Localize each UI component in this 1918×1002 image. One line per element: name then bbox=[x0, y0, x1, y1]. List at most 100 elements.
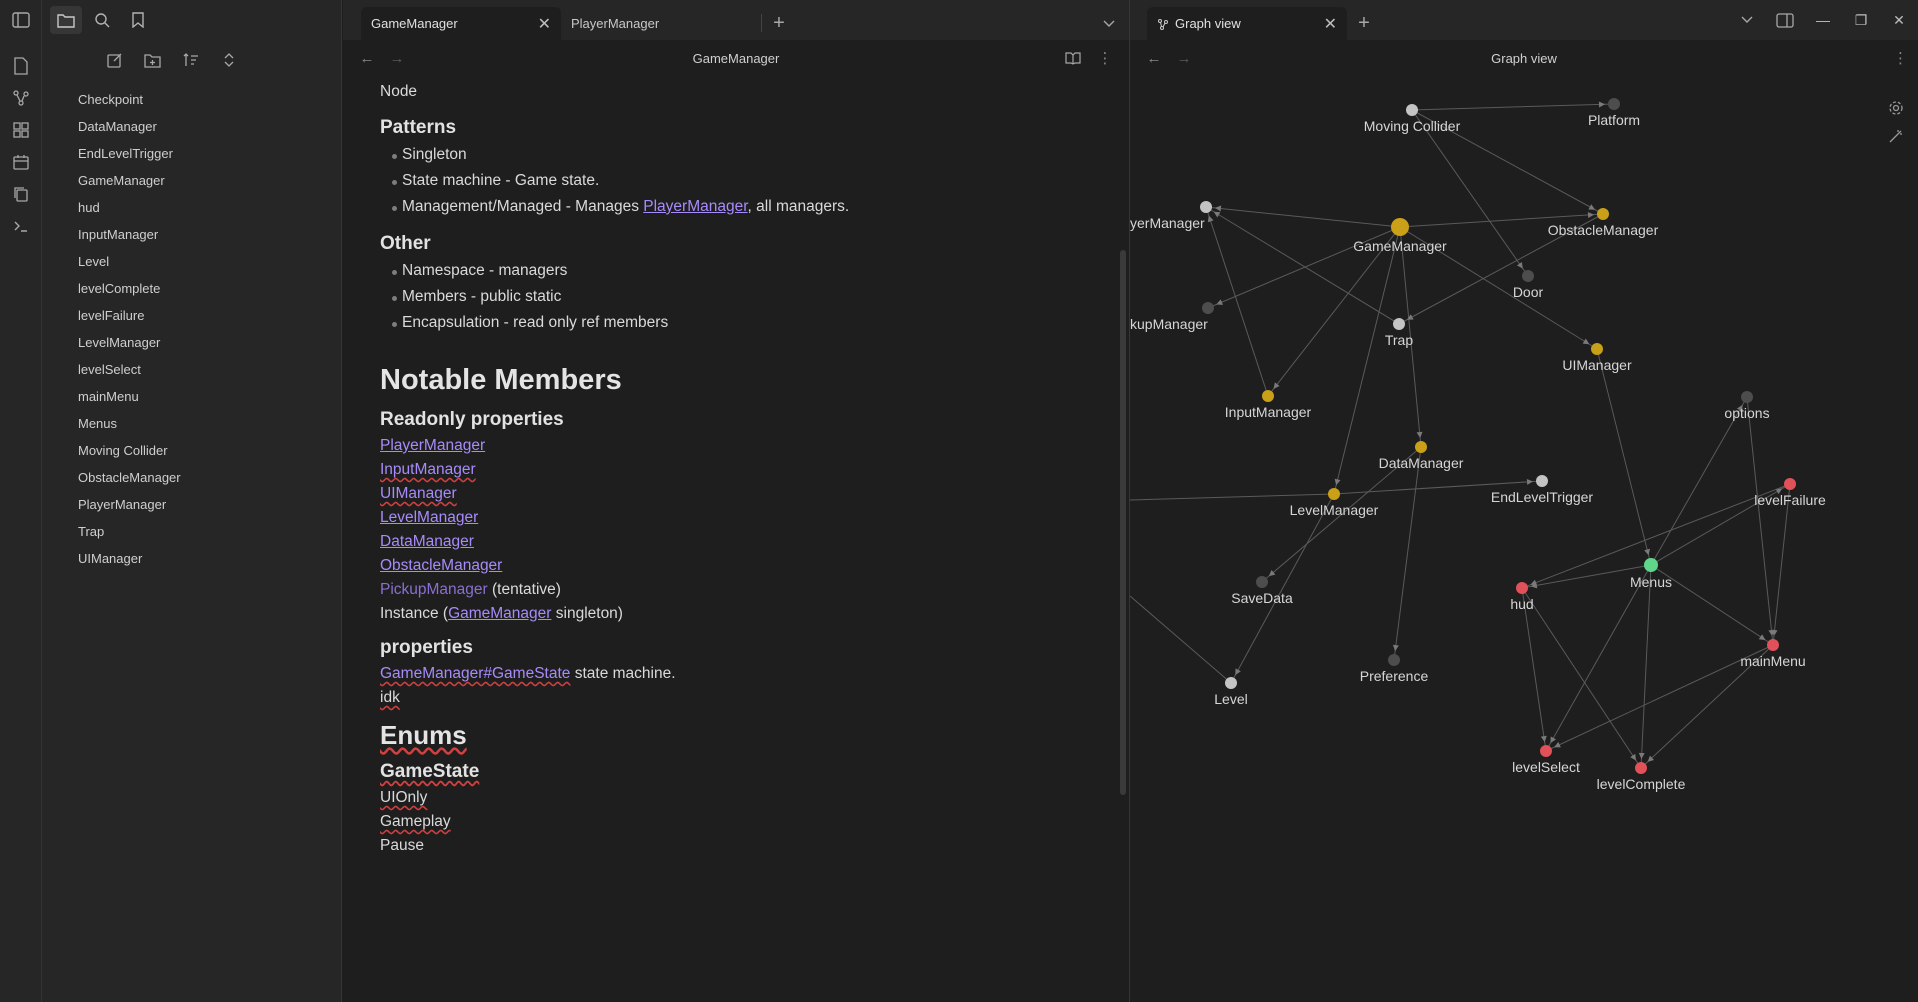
graph-node[interactable] bbox=[1597, 208, 1609, 220]
new-note-button[interactable] bbox=[101, 47, 129, 73]
file-item[interactable]: Level bbox=[78, 248, 341, 275]
internal-link[interactable]: GameManager bbox=[448, 605, 551, 622]
file-item[interactable]: EndLevelTrigger bbox=[78, 140, 341, 167]
unresolved-link[interactable]: PickupManager bbox=[380, 581, 488, 598]
new-tab-button[interactable]: + bbox=[762, 7, 796, 40]
file-item[interactable]: LevelManager bbox=[78, 329, 341, 356]
toggle-sidebar-button[interactable] bbox=[0, 0, 41, 40]
close-tab-icon[interactable]: ✕ bbox=[1324, 14, 1337, 34]
graph-node-label[interactable]: Moving Collider bbox=[1364, 118, 1461, 134]
collapse-all-button[interactable] bbox=[215, 47, 243, 73]
graph-node-label[interactable]: EndLevelTrigger bbox=[1491, 489, 1594, 505]
more-options-button[interactable]: ⋮ bbox=[1091, 49, 1119, 67]
file-item[interactable]: DataManager bbox=[78, 113, 341, 140]
graph-node[interactable] bbox=[1200, 201, 1212, 213]
graph-node-label[interactable]: UIManager bbox=[1562, 357, 1632, 373]
graph-node[interactable] bbox=[1741, 391, 1753, 403]
graph-svg[interactable]: Moving Collider Platform yerManager GameMan… bbox=[1130, 76, 1918, 1002]
tab-gamemanager[interactable]: GameManager ✕ bbox=[361, 7, 561, 40]
internal-link[interactable]: PlayerManager bbox=[380, 437, 485, 454]
sort-button[interactable] bbox=[177, 47, 205, 73]
file-item[interactable]: InputManager bbox=[78, 221, 341, 248]
nav-back-button[interactable]: ← bbox=[353, 50, 381, 67]
internal-link[interactable]: InputManager bbox=[380, 461, 476, 478]
tab-playermanager[interactable]: PlayerManager bbox=[561, 7, 761, 40]
graph-node-label[interactable]: levelFailure bbox=[1754, 492, 1826, 508]
graph-node[interactable] bbox=[1784, 478, 1796, 490]
graph-node-label[interactable]: mainMenu bbox=[1740, 653, 1805, 669]
insert-template-button[interactable] bbox=[0, 178, 42, 210]
minimize-button[interactable]: — bbox=[1804, 12, 1842, 28]
graph-node-label[interactable]: GameManager bbox=[1353, 238, 1447, 254]
graph-node[interactable] bbox=[1516, 582, 1528, 594]
close-tab-icon[interactable]: ✕ bbox=[538, 14, 551, 34]
graph-node-label[interactable]: levelComplete bbox=[1597, 776, 1686, 792]
reading-view-button[interactable] bbox=[1059, 51, 1087, 65]
graph-node[interactable] bbox=[1262, 390, 1274, 402]
graph-node[interactable] bbox=[1767, 639, 1779, 651]
graph-node[interactable] bbox=[1591, 343, 1603, 355]
maximize-button[interactable]: ❐ bbox=[1842, 12, 1880, 29]
file-item[interactable]: Moving Collider bbox=[78, 437, 341, 464]
graph-node-label[interactable]: LevelManager bbox=[1290, 502, 1379, 518]
open-daily-note-button[interactable] bbox=[0, 146, 42, 178]
graph-node-label[interactable]: options bbox=[1724, 405, 1769, 421]
graph-node[interactable] bbox=[1391, 218, 1409, 236]
graph-node[interactable] bbox=[1536, 475, 1548, 487]
graph-node-label[interactable]: DataManager bbox=[1379, 455, 1464, 471]
new-folder-button[interactable] bbox=[139, 47, 167, 73]
new-tab-button[interactable]: + bbox=[1347, 7, 1381, 40]
graph-node-label[interactable]: InputManager bbox=[1225, 404, 1312, 420]
graph-node[interactable] bbox=[1415, 441, 1427, 453]
nav-forward-button[interactable]: → bbox=[383, 50, 411, 67]
open-canvas-button[interactable] bbox=[0, 114, 42, 146]
search-tab[interactable] bbox=[86, 6, 118, 34]
more-options-button[interactable]: ⋮ bbox=[1893, 50, 1908, 67]
file-item[interactable]: levelSelect bbox=[78, 356, 341, 383]
tab-list-button[interactable] bbox=[1089, 7, 1129, 40]
graph-node-label[interactable]: SaveData bbox=[1231, 590, 1293, 606]
graph-node-label[interactable]: Platform bbox=[1588, 112, 1640, 128]
graph-node[interactable] bbox=[1393, 318, 1405, 330]
graph-node[interactable] bbox=[1225, 677, 1237, 689]
graph-settings-button[interactable] bbox=[1888, 100, 1904, 116]
bookmarks-tab[interactable] bbox=[122, 6, 154, 34]
graph-node[interactable] bbox=[1406, 104, 1418, 116]
graph-node-label[interactable]: Trap bbox=[1385, 332, 1413, 348]
file-item[interactable]: Menus bbox=[78, 410, 341, 437]
tab-graph-view[interactable]: Graph view ✕ bbox=[1147, 7, 1347, 40]
graph-node[interactable] bbox=[1522, 270, 1534, 282]
graph-node-label[interactable]: levelSelect bbox=[1512, 759, 1580, 775]
animate-graph-button[interactable] bbox=[1888, 128, 1904, 144]
tab-list-button[interactable] bbox=[1728, 16, 1766, 24]
editor-scrollbar[interactable] bbox=[1120, 250, 1126, 795]
graph-node[interactable] bbox=[1202, 302, 1214, 314]
internal-link[interactable]: PlayerManager bbox=[643, 198, 747, 215]
files-tab[interactable] bbox=[50, 6, 82, 34]
internal-link[interactable]: ObstacleManager bbox=[380, 557, 502, 574]
graph-node[interactable] bbox=[1635, 762, 1647, 774]
file-item[interactable]: hud bbox=[78, 194, 341, 221]
open-quick-switcher-button[interactable] bbox=[0, 50, 42, 82]
toggle-right-sidebar-button[interactable] bbox=[1766, 12, 1804, 28]
file-item[interactable]: levelComplete bbox=[78, 275, 341, 302]
internal-link[interactable]: DataManager bbox=[380, 533, 474, 550]
file-item[interactable]: ObstacleManager bbox=[78, 464, 341, 491]
graph-node-label[interactable]: ObstacleManager bbox=[1548, 222, 1659, 238]
graph-canvas[interactable]: Moving Collider Platform yerManager GameMan… bbox=[1130, 76, 1918, 1002]
file-item[interactable]: Trap bbox=[78, 518, 341, 545]
graph-node-label[interactable]: Door bbox=[1513, 284, 1544, 300]
internal-link[interactable]: UIManager bbox=[380, 485, 457, 502]
graph-node[interactable] bbox=[1256, 576, 1268, 588]
open-command-palette-button[interactable] bbox=[0, 210, 42, 242]
graph-node-label[interactable]: yerManager bbox=[1130, 215, 1205, 231]
open-graph-button[interactable] bbox=[0, 82, 42, 114]
file-item[interactable]: UIManager bbox=[78, 545, 341, 572]
file-item[interactable]: PlayerManager bbox=[78, 491, 341, 518]
graph-node-label[interactable]: Menus bbox=[1630, 574, 1672, 590]
internal-link[interactable]: LevelManager bbox=[380, 509, 478, 526]
note-editor[interactable]: Node Patterns Singleton State machine - … bbox=[380, 80, 1100, 858]
graph-node[interactable] bbox=[1328, 488, 1340, 500]
graph-node-label[interactable]: Preference bbox=[1360, 668, 1429, 684]
nav-forward-button[interactable]: → bbox=[1170, 50, 1198, 67]
